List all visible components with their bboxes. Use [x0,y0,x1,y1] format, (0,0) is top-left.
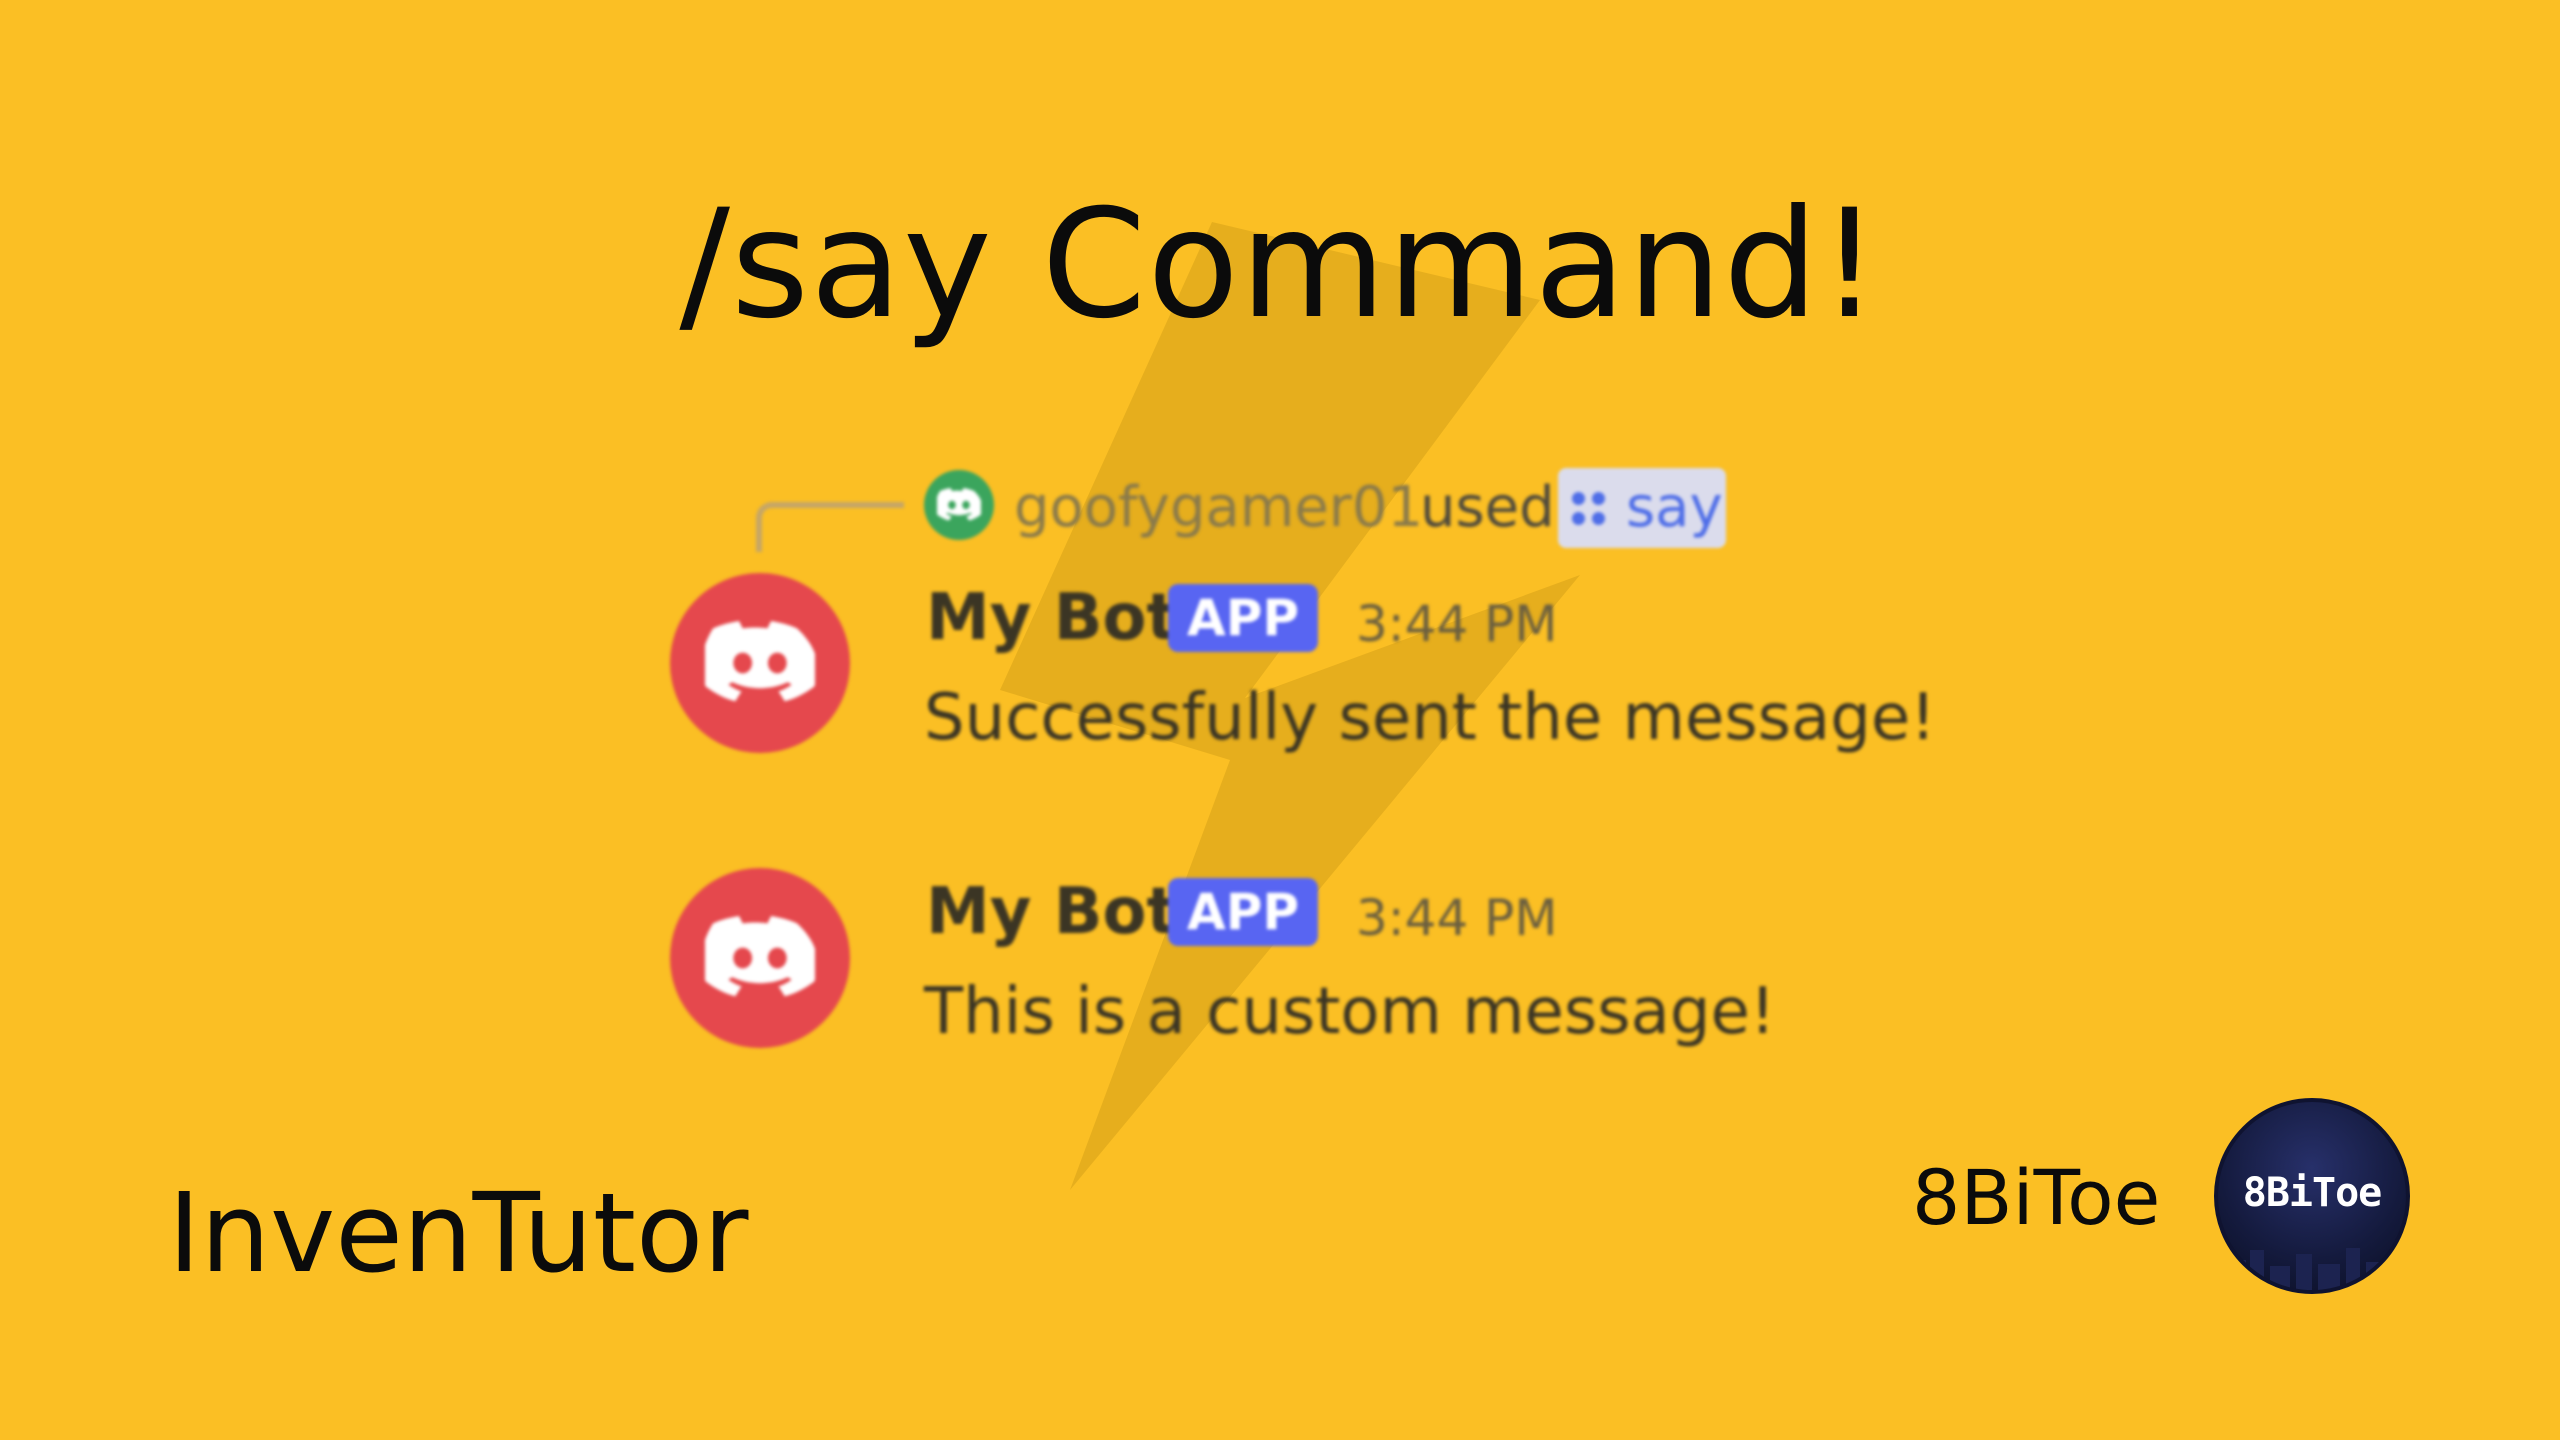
reply-connector [756,502,904,552]
message-timestamp: 3:44 PM [1356,889,1558,947]
command-name: say [1626,475,1723,540]
logo-wordmark: 8BiToe [2242,1170,2383,1216]
message-text: Successfully sent the message! [924,681,1936,755]
message-text: This is a custom message! [924,975,1776,1049]
city-skyline-icon [2228,1248,2388,1290]
brand-8bitoe: 8BiToe [1912,1153,2161,1242]
message-author[interactable]: My Bot [926,872,1177,952]
8bitoe-logo: 8BiToe [2214,1098,2410,1294]
discord-logo-icon [705,621,815,702]
app-badge: APP [1168,584,1318,652]
app-badge: APP [1168,878,1318,946]
discord-logo-icon [705,916,815,997]
message-author[interactable]: My Bot [926,578,1177,658]
discord-logo-icon [937,488,981,521]
command-chip[interactable]: say [1558,468,1726,548]
slash-command-icon [1570,488,1610,528]
used-label: used [1420,475,1555,540]
bot-avatar[interactable] [670,573,850,753]
message-timestamp: 3:44 PM [1356,595,1558,653]
user-avatar[interactable] [924,470,994,540]
brand-inventutor: InvenTutor [168,1169,749,1297]
bot-avatar[interactable] [670,868,850,1048]
invoking-username[interactable]: goofygamer01 [1014,468,1423,548]
